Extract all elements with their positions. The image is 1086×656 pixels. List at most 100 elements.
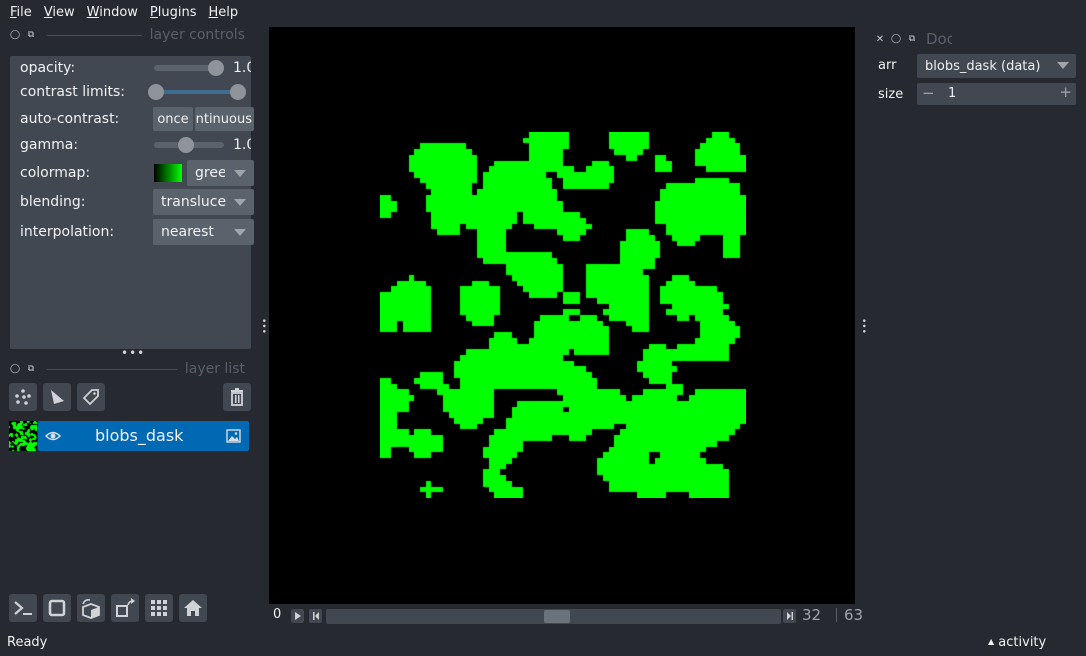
gamma-slider[interactable] <box>154 137 224 153</box>
step-last-button[interactable] <box>783 609 796 623</box>
undock-icon[interactable]: ⧉ <box>23 364 39 374</box>
chevron-down-icon <box>234 229 246 236</box>
colormap-preview <box>154 164 182 182</box>
increment-button[interactable]: + <box>1059 83 1072 101</box>
grid-icon <box>151 600 167 616</box>
activity-label: activity <box>998 635 1047 650</box>
left-dock-handle[interactable]: ••• <box>258 318 268 334</box>
size-label: size <box>878 87 904 102</box>
interpolation-dropdown[interactable]: nearest <box>153 219 254 245</box>
title-divider <box>47 368 177 370</box>
menu-file[interactable]: File <box>4 5 38 20</box>
float-icon[interactable]: ◯ <box>7 30 23 40</box>
layer-thumbnail <box>9 421 37 451</box>
menu-window-mnemonic: W <box>86 4 100 20</box>
layer-item-blobs-dask[interactable]: blobs_dask <box>38 421 249 451</box>
menu-help[interactable]: Help <box>203 5 245 20</box>
blending-dropdown[interactable]: translucent <box>153 189 254 215</box>
layer-name: blobs_dask <box>95 426 184 445</box>
opacity-row: opacity: 1.0 <box>20 56 251 80</box>
cube-rotate-icon <box>82 599 100 619</box>
undock-icon[interactable]: ⧉ <box>904 34 920 44</box>
gamma-slider-handle[interactable] <box>178 137 194 153</box>
undock-icon[interactable]: ⧉ <box>23 30 39 40</box>
dims-slider-track[interactable] <box>326 609 781 624</box>
auto-contrast-continuous-button[interactable]: continuous <box>195 107 254 131</box>
new-shapes-layer-button[interactable] <box>43 383 71 411</box>
layer-list-title: layer list <box>184 361 245 377</box>
menu-help-label: elp <box>218 4 239 20</box>
size-spinbox[interactable]: − 1 + <box>917 83 1076 105</box>
widget-dock-titlebar: ✕ ◯ ⧉ Doc <box>872 30 952 48</box>
auto-contrast-label: auto-contrast: <box>20 111 120 127</box>
menu-help-mnemonic: H <box>208 4 219 20</box>
play-icon <box>294 612 301 620</box>
current-frame[interactable]: 32 <box>802 606 821 624</box>
play-button[interactable] <box>291 609 304 623</box>
contrast-low-handle[interactable] <box>148 84 164 100</box>
menu-window[interactable]: Window <box>81 5 144 20</box>
trash-icon <box>231 388 243 406</box>
ndisplay-2d-button[interactable] <box>43 594 71 622</box>
gamma-label: gamma: <box>20 137 79 153</box>
max-frame: 63 <box>844 606 864 624</box>
splitter-handle[interactable]: ••• <box>121 346 145 360</box>
home-button[interactable] <box>179 594 207 622</box>
dims-slider-bar: 0 32 63 <box>269 604 863 626</box>
colormap-row: colormap: green <box>20 160 254 186</box>
home-icon <box>184 600 202 616</box>
blending-value: translucent <box>161 194 226 210</box>
delete-layer-button[interactable] <box>223 383 251 411</box>
roll-dims-button[interactable] <box>77 594 105 622</box>
title-divider <box>47 34 142 36</box>
interpolation-row: interpolation: nearest <box>20 219 254 245</box>
gamma-row: gamma: 1.0 <box>20 133 251 157</box>
grid-view-button[interactable] <box>145 594 173 622</box>
eye-icon[interactable] <box>45 429 61 443</box>
auto-contrast-once-button[interactable]: once <box>153 107 193 131</box>
opacity-slider-handle[interactable] <box>208 60 224 76</box>
chevron-down-icon <box>234 170 246 177</box>
new-points-layer-button[interactable] <box>9 383 37 411</box>
colormap-label: colormap: <box>20 165 91 181</box>
menu-window-label: indow <box>99 4 138 20</box>
contrast-limits-label: contrast limits: <box>20 84 125 100</box>
contrast-high-handle[interactable] <box>230 84 246 100</box>
console-button[interactable] <box>9 594 37 622</box>
menu-plugins-label: lugins <box>157 4 197 20</box>
menu-plugins[interactable]: Plugins <box>144 5 203 20</box>
shapes-icon <box>51 390 64 404</box>
layer-list-titlebar: ◯ ⧉ layer list <box>7 361 245 377</box>
gamma-value: 1.0 <box>233 137 251 153</box>
arr-label: arr <box>878 58 897 73</box>
points-icon <box>15 389 31 405</box>
interpolation-value: nearest <box>161 224 214 240</box>
colormap-dropdown[interactable]: green <box>187 160 254 186</box>
auto-contrast-row: auto-contrast: once continuous <box>20 107 254 131</box>
float-icon[interactable]: ◯ <box>7 364 23 374</box>
contrast-limits-slider[interactable] <box>148 84 246 100</box>
step-first-button[interactable] <box>309 609 322 623</box>
caret-up-icon: ▲ <box>988 637 995 646</box>
new-labels-layer-button[interactable] <box>77 383 105 411</box>
float-icon[interactable]: ◯ <box>888 34 904 44</box>
menu-plugins-mnemonic: P <box>149 4 158 20</box>
close-icon[interactable]: ✕ <box>872 34 888 45</box>
frame-separator <box>836 608 837 622</box>
menu-view[interactable]: View <box>38 5 81 20</box>
opacity-slider[interactable] <box>154 60 224 76</box>
square-icon <box>48 599 66 617</box>
viewer-canvas[interactable] <box>269 27 855 604</box>
blending-label: blending: <box>20 194 86 210</box>
size-value[interactable]: 1 <box>948 86 956 101</box>
arr-dropdown[interactable]: blobs_dask (data) <box>917 54 1076 78</box>
transpose-button[interactable] <box>111 594 139 622</box>
activity-button[interactable]: ▲ activity <box>988 635 1046 650</box>
chevron-down-icon <box>234 199 246 206</box>
dims-slider-thumb[interactable] <box>544 610 570 623</box>
widget-dock-title: Doc <box>926 30 952 48</box>
right-dock-handle[interactable]: ••• <box>858 318 868 334</box>
chevron-down-icon <box>1057 62 1069 69</box>
decrement-button[interactable]: − <box>922 84 935 102</box>
skip-end-icon <box>786 612 793 620</box>
